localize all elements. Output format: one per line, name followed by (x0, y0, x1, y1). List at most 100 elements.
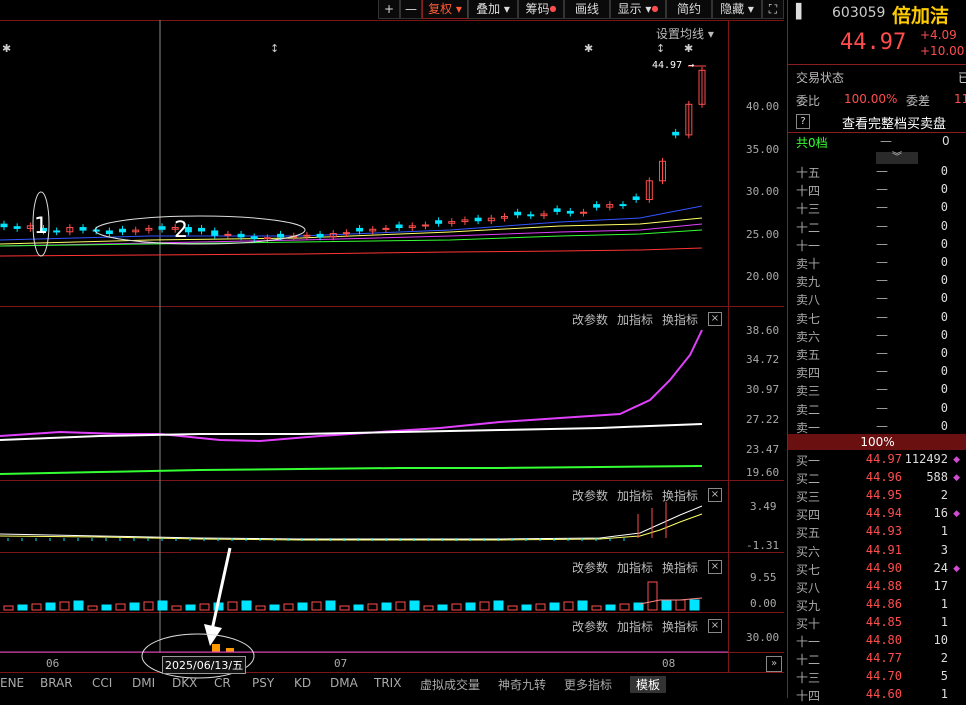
close-icon[interactable]: × (708, 488, 722, 502)
volume-bars (3, 581, 700, 611)
indicator-tab[interactable]: ENE (0, 676, 24, 690)
sell-level-row[interactable]: 十五 — 0 (796, 164, 966, 182)
y-tick: 9.55 (750, 571, 777, 584)
sell-level-row[interactable]: 十四 — 0 (796, 182, 966, 200)
help-icon[interactable]: ? (796, 114, 810, 129)
indicator-tab[interactable]: BRAR (40, 676, 73, 690)
level-price: 44.93 (865, 524, 902, 539)
y-tick: 23.47 (746, 443, 780, 456)
indicator-tab[interactable]: 更多指标 (564, 676, 612, 693)
switch-indicator-button[interactable]: 换指标 (662, 559, 698, 576)
change-params-button[interactable]: 改参数 (572, 487, 608, 504)
level-price: — (876, 255, 888, 269)
indicator-tab[interactable]: 神奇九转 (498, 676, 546, 693)
level-label: 十三 (796, 202, 821, 217)
level-label: 卖三 (796, 384, 821, 399)
buy-level-row[interactable]: 十一 44.80 10 (796, 633, 966, 651)
close-icon[interactable]: × (708, 312, 722, 326)
close-icon[interactable]: × (708, 619, 722, 633)
event-marker-icon: ✱ (2, 42, 11, 55)
volume-bar (143, 601, 154, 611)
weicha-label: 委差 (906, 94, 931, 108)
indicator-tab[interactable]: DMA (330, 676, 358, 690)
change-params-button[interactable]: 改参数 (572, 618, 608, 635)
level-label: 十一 (796, 238, 821, 253)
buy-level-row[interactable]: 十二 44.77 2 (796, 651, 966, 669)
kline-chart[interactable]: ✱ ↕ ✱ ↕ ✱ (0, 0, 784, 698)
sell-level-row[interactable]: 十二 — 0 (796, 219, 966, 237)
price-change-pct: +10.00 (920, 44, 965, 58)
add-indicator-button[interactable]: 加指标 (617, 487, 653, 504)
volume-bar (241, 600, 252, 611)
indicator-tab[interactable]: CR (214, 676, 231, 690)
volume-bar (255, 605, 266, 611)
trade-status-label: 交易状态 (796, 71, 845, 85)
volume-bar (73, 600, 84, 611)
sell-level-row[interactable]: 卖五 — 0 (796, 346, 966, 364)
buy-level-row[interactable]: 买八 44.88 17 (796, 579, 966, 597)
chevron-down-icon[interactable]: ︾ (876, 152, 918, 164)
sell-level-row[interactable]: 卖三 — 0 (796, 382, 966, 400)
indicator-tab[interactable]: PSY (252, 676, 274, 690)
last-price-tag: 44.97 → (652, 60, 695, 71)
chart-area[interactable]: + — 复权 ▾ 叠加 ▾ 筹码● 画线 显示 ▾● 简约 隐藏 ▾ ⛶ 设置均… (0, 0, 784, 698)
buy-level-row[interactable]: 买五 44.93 1 (796, 524, 966, 542)
add-indicator-button[interactable]: 加指标 (617, 618, 653, 635)
sell-level-row[interactable]: 卖八 — 0 (796, 291, 966, 309)
buy-level-row[interactable]: 买七 44.90 24 ◆ (796, 561, 966, 579)
close-icon[interactable]: × (708, 560, 722, 574)
buy-level-row[interactable]: 买三 44.95 2 (796, 488, 966, 506)
indicator-tab[interactable]: 虚拟成交量 (420, 676, 480, 693)
full-book-link[interactable]: 查看完整档买卖盘 (842, 113, 946, 132)
buy-level-row[interactable]: 买十 44.85 1 (796, 615, 966, 633)
annotation-label-2: 2 (174, 218, 188, 243)
buy-level-row[interactable]: 买六 44.91 3 (796, 543, 966, 561)
volume-bar (297, 602, 308, 611)
sell-level-row[interactable]: 卖二 — 0 (796, 401, 966, 419)
buy-level-row[interactable]: 买四 44.94 16 ◆ (796, 506, 966, 524)
volume-bar (269, 604, 280, 611)
add-indicator-button[interactable]: 加指标 (617, 559, 653, 576)
volume-bar (3, 605, 14, 611)
candle-body (579, 211, 587, 214)
x-tick: 07 (334, 657, 348, 670)
volume-bar (591, 605, 602, 611)
buy-level-row[interactable]: 十四 44.60 1 (796, 687, 966, 705)
change-params-button[interactable]: 改参数 (572, 311, 608, 328)
buy-ratio-bar: 100% (788, 434, 966, 450)
indicator-tab[interactable]: 模板 (630, 676, 667, 693)
buy-level-row[interactable]: 买九 44.86 1 (796, 597, 966, 615)
sell-level-row[interactable]: 卖九 — 0 (796, 273, 966, 291)
indicator-tab[interactable]: DKX (172, 676, 197, 690)
sell-level-row[interactable]: 十三 — 0 (796, 200, 966, 218)
sell-level-row[interactable]: 十一 — 0 (796, 237, 966, 255)
switch-indicator-button[interactable]: 换指标 (662, 311, 698, 328)
level-label: 十一 (796, 635, 821, 649)
level-price: — (876, 327, 888, 342)
indicator-tab[interactable]: DMI (132, 676, 155, 690)
indicator-tab[interactable]: CCI (92, 676, 112, 690)
sell-level-row[interactable]: 卖六 — 0 (796, 328, 966, 346)
buy-level-row[interactable]: 十三 44.70 5 (796, 669, 966, 687)
change-params-button[interactable]: 改参数 (572, 559, 608, 576)
buy-level-row[interactable]: 买二 44.96 588 ◆ (796, 470, 966, 488)
sell-level-row[interactable]: 卖十 — 0 (796, 255, 966, 273)
sell-level-row[interactable]: 卖七 — 0 (796, 310, 966, 328)
indicator-tab[interactable]: KD (294, 676, 311, 690)
volume-bar (563, 601, 574, 611)
switch-indicator-button[interactable]: 换指标 (662, 487, 698, 504)
level-label: 买八 (796, 580, 821, 595)
buy-level-row[interactable]: 买一 44.97 112492 ◆ (796, 452, 966, 470)
candle-body (277, 233, 285, 238)
level-price: 44.96 (865, 470, 902, 485)
sidebar-toggle-icon[interactable]: ▌ (796, 4, 807, 20)
volume-bar (115, 603, 126, 611)
volume-bar (549, 602, 560, 611)
scroll-right-icon[interactable]: » (766, 656, 782, 672)
switch-indicator-button[interactable]: 换指标 (662, 618, 698, 635)
sell-level-row[interactable]: 卖四 — 0 (796, 364, 966, 382)
level-volume: 0 (940, 418, 948, 433)
level-price: 44.80 (865, 633, 902, 647)
indicator-tab[interactable]: TRIX (374, 676, 401, 690)
add-indicator-button[interactable]: 加指标 (617, 311, 653, 328)
